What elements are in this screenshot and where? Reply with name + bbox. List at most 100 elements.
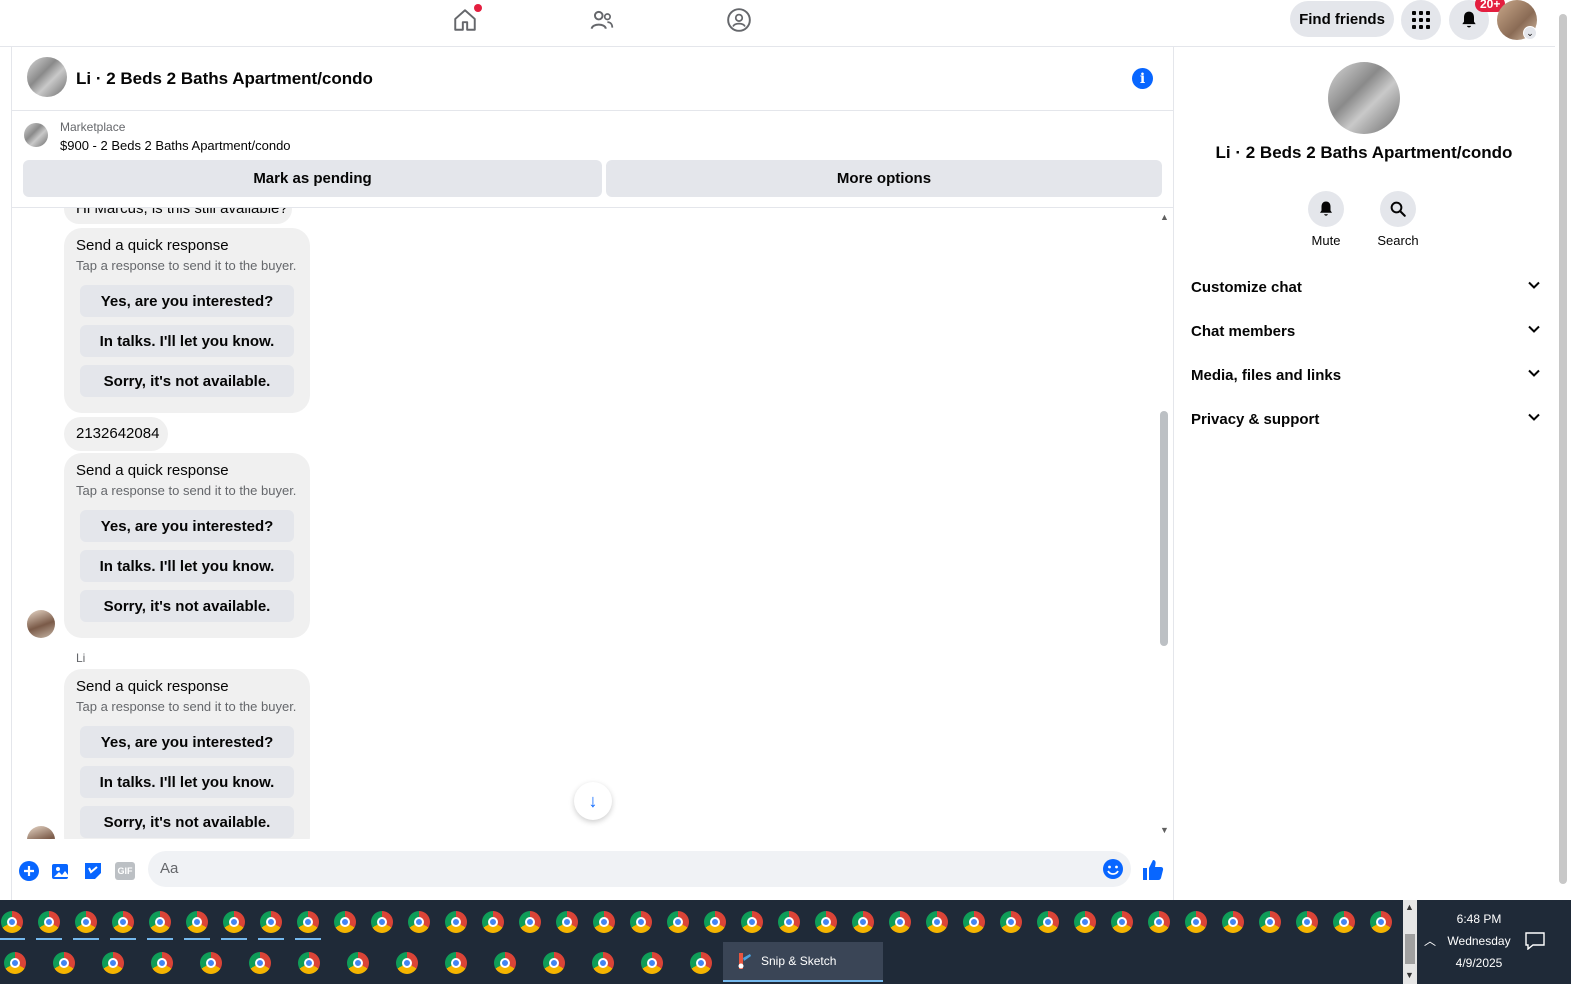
quick-reply-yes-button[interactable]: Yes, are you interested? [80,726,294,758]
page-scrollbar[interactable] [1555,0,1571,900]
clock-day[interactable]: Wednesday [1437,934,1521,948]
chrome-taskbar-icon[interactable] [1074,911,1096,933]
quick-reply-yes-button[interactable]: Yes, are you interested? [80,510,294,542]
chrome-taskbar-icon[interactable] [556,911,578,933]
chrome-taskbar-icon[interactable] [963,911,985,933]
chrome-taskbar-icon[interactable] [260,911,282,933]
gif-icon[interactable]: GIF [114,860,136,882]
chrome-taskbar-icon[interactable] [667,911,689,933]
chrome-taskbar-icon[interactable] [371,911,393,933]
chrome-taskbar-icon[interactable] [4,952,26,974]
chat-title[interactable]: Li · 2 Beds 2 Baths Apartment/condo [76,69,373,89]
menu-grid-icon[interactable] [1401,0,1441,40]
thumbs-up-icon[interactable] [1140,857,1166,883]
chrome-taskbar-icon[interactable] [38,911,60,933]
chrome-taskbar-icon[interactable] [408,911,430,933]
thread-scrollbar[interactable] [1160,411,1168,646]
photo-icon[interactable] [50,860,72,882]
chrome-taskbar-icon[interactable] [249,952,271,974]
scroll-to-bottom-icon[interactable]: ↓ [574,782,612,820]
chrome-taskbar-icon[interactable] [102,952,124,974]
message-thread[interactable]: Hi Marcus, is this still available? Send… [12,207,1174,839]
chrome-taskbar-icon[interactable] [1259,911,1281,933]
chrome-taskbar-icon[interactable] [704,911,726,933]
chrome-taskbar-icon[interactable] [852,911,874,933]
chrome-taskbar-icon[interactable] [1370,911,1392,933]
chrome-taskbar-icon[interactable] [1185,911,1207,933]
chrome-taskbar-icon[interactable] [445,952,467,974]
chrome-taskbar-icon[interactable] [1,911,23,933]
chrome-taskbar-icon[interactable] [347,952,369,974]
chrome-taskbar-icon[interactable] [741,911,763,933]
chrome-taskbar-icon[interactable] [1000,911,1022,933]
chrome-taskbar-icon[interactable] [334,911,356,933]
chrome-taskbar-icon[interactable] [815,911,837,933]
sticker-icon[interactable] [82,860,104,882]
chrome-taskbar-icon[interactable] [186,911,208,933]
chrome-taskbar-icon[interactable] [1148,911,1170,933]
chrome-taskbar-icon[interactable] [112,911,134,933]
sender-avatar[interactable] [27,826,55,839]
listing-thumbnail[interactable] [27,57,67,97]
chrome-taskbar-icon[interactable] [1222,911,1244,933]
listing-title[interactable]: $900 - 2 Beds 2 Baths Apartment/condo [60,138,291,153]
plus-icon[interactable] [18,860,40,882]
taskbar-scrollbar[interactable]: ▲ ▼ [1403,900,1417,984]
chrome-taskbar-icon[interactable] [1296,911,1318,933]
listing-avatar[interactable] [1328,62,1400,134]
clock-date[interactable]: 4/9/2025 [1437,956,1521,970]
chrome-taskbar-icon[interactable] [593,911,615,933]
groups-icon[interactable] [709,0,769,40]
chrome-taskbar-icon[interactable] [592,952,614,974]
mark-as-pending-button[interactable]: Mark as pending [23,160,602,197]
quick-reply-in-talks-button[interactable]: In talks. I'll let you know. [80,325,294,357]
snip-and-sketch-button[interactable]: Snip & Sketch [723,942,883,982]
chrome-taskbar-icon[interactable] [482,911,504,933]
chrome-taskbar-icon[interactable] [641,952,663,974]
media-files-links-section[interactable]: Media, files and links [1191,353,1541,397]
quick-reply-sorry-button[interactable]: Sorry, it's not available. [80,590,294,622]
chrome-taskbar-icon[interactable] [297,911,319,933]
chrome-taskbar-icon[interactable] [298,952,320,974]
chrome-taskbar-icon[interactable] [445,911,467,933]
scroll-up-arrow-icon[interactable]: ▲ [1160,212,1169,222]
quick-reply-yes-button[interactable]: Yes, are you interested? [80,285,294,317]
chrome-taskbar-icon[interactable] [690,952,712,974]
emoji-icon[interactable] [1102,858,1124,880]
scroll-down-arrow-icon[interactable]: ▼ [1160,825,1169,835]
chrome-taskbar-icon[interactable] [1111,911,1133,933]
privacy-support-section[interactable]: Privacy & support [1191,397,1541,441]
chrome-taskbar-icon[interactable] [519,911,541,933]
search-button[interactable]: Search [1368,191,1428,248]
quick-reply-sorry-button[interactable]: Sorry, it's not available. [80,806,294,838]
chrome-taskbar-icon[interactable] [149,911,171,933]
quick-reply-sorry-button[interactable]: Sorry, it's not available. [80,365,294,397]
friends-icon[interactable] [572,0,632,40]
customize-chat-section[interactable]: Customize chat [1191,265,1541,309]
home-icon[interactable] [435,0,495,40]
chat-members-section[interactable]: Chat members [1191,309,1541,353]
info-icon[interactable]: i [1132,68,1153,89]
chrome-taskbar-icon[interactable] [889,911,911,933]
mute-button[interactable]: Mute [1296,191,1356,248]
find-friends-button[interactable]: Find friends [1290,1,1394,37]
chrome-taskbar-icon[interactable] [778,911,800,933]
chevron-down-icon[interactable]: ⌄ [1523,26,1537,40]
quick-reply-in-talks-button[interactable]: In talks. I'll let you know. [80,550,294,582]
chrome-taskbar-icon[interactable] [75,911,97,933]
message-input[interactable]: Aa [148,851,1131,887]
chrome-taskbar-icon[interactable] [151,952,173,974]
sender-avatar[interactable] [27,610,55,638]
chrome-taskbar-icon[interactable] [926,911,948,933]
chevron-up-icon[interactable]: ︿ [1424,932,1436,949]
chrome-taskbar-icon[interactable] [223,911,245,933]
chrome-taskbar-icon[interactable] [53,952,75,974]
chrome-taskbar-icon[interactable] [396,952,418,974]
chrome-taskbar-icon[interactable] [1037,911,1059,933]
chrome-taskbar-icon[interactable] [200,952,222,974]
chrome-taskbar-icon[interactable] [630,911,652,933]
chrome-taskbar-icon[interactable] [1333,911,1355,933]
action-center-icon[interactable] [1525,932,1545,951]
quick-reply-in-talks-button[interactable]: In talks. I'll let you know. [80,766,294,798]
clock-time[interactable]: 6:48 PM [1437,912,1521,926]
